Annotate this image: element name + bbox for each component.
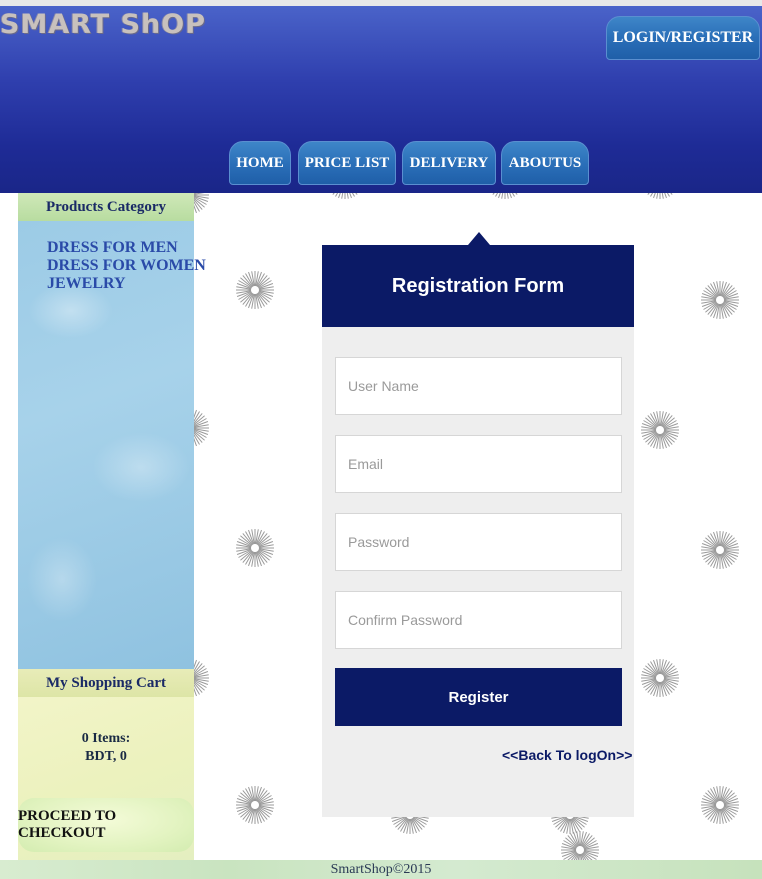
category-dress-for-women[interactable]: DRESS FOR WOMEN [47, 257, 206, 275]
site-logo[interactable]: SMART ShOP [0, 9, 206, 43]
email-input[interactable] [335, 435, 622, 493]
register-button[interactable]: Register [335, 668, 622, 726]
confirm-password-input[interactable] [335, 591, 622, 649]
starburst-decoration [700, 785, 740, 825]
starburst-decoration [235, 270, 275, 310]
form-title: Registration Form [322, 245, 634, 327]
starburst-decoration [640, 658, 680, 698]
site-footer: SmartShop©2015 [0, 860, 762, 879]
cart-item-count: 0 Items: [81, 731, 131, 746]
sidebar: Products Category DRESS FOR MEN DRESS FO… [18, 193, 206, 860]
nav-delivery[interactable]: DELIVERY [402, 141, 496, 185]
starburst-decoration [700, 530, 740, 570]
site-header: SMART ShOP LOGIN/REGISTER HOME PRICE LIS… [0, 6, 762, 193]
nav-home[interactable]: HOME [229, 141, 291, 185]
products-category-title: Products Category [18, 193, 194, 221]
starburst-decoration [700, 280, 740, 320]
starburst-decoration [235, 785, 275, 825]
password-input[interactable] [335, 513, 622, 571]
username-input[interactable] [335, 357, 622, 415]
category-dress-for-men[interactable]: DRESS FOR MEN [47, 239, 178, 257]
form-pointer [468, 232, 490, 245]
nav-aboutus[interactable]: ABOUTUS [501, 141, 589, 185]
back-to-logon-link[interactable]: <<Back To logOn>> [502, 747, 632, 763]
copyright-text: SmartShop©2015 [330, 861, 432, 877]
starburst-decoration [640, 410, 680, 450]
proceed-to-checkout-button[interactable]: PROCEED TO CHECKOUT [18, 798, 194, 852]
registration-form: Registration Form Register <<Back To log… [322, 245, 634, 817]
starburst-decoration [235, 528, 275, 568]
login-register-button[interactable]: LOGIN/REGISTER [606, 16, 760, 60]
nav-price-list[interactable]: PRICE LIST [298, 141, 396, 185]
category-jewelry[interactable]: JEWELRY [47, 275, 126, 293]
cart-total: BDT, 0 [85, 749, 127, 764]
category-list: DRESS FOR MEN DRESS FOR WOMEN JEWELRY [18, 221, 206, 669]
shopping-cart-title: My Shopping Cart [18, 669, 194, 697]
